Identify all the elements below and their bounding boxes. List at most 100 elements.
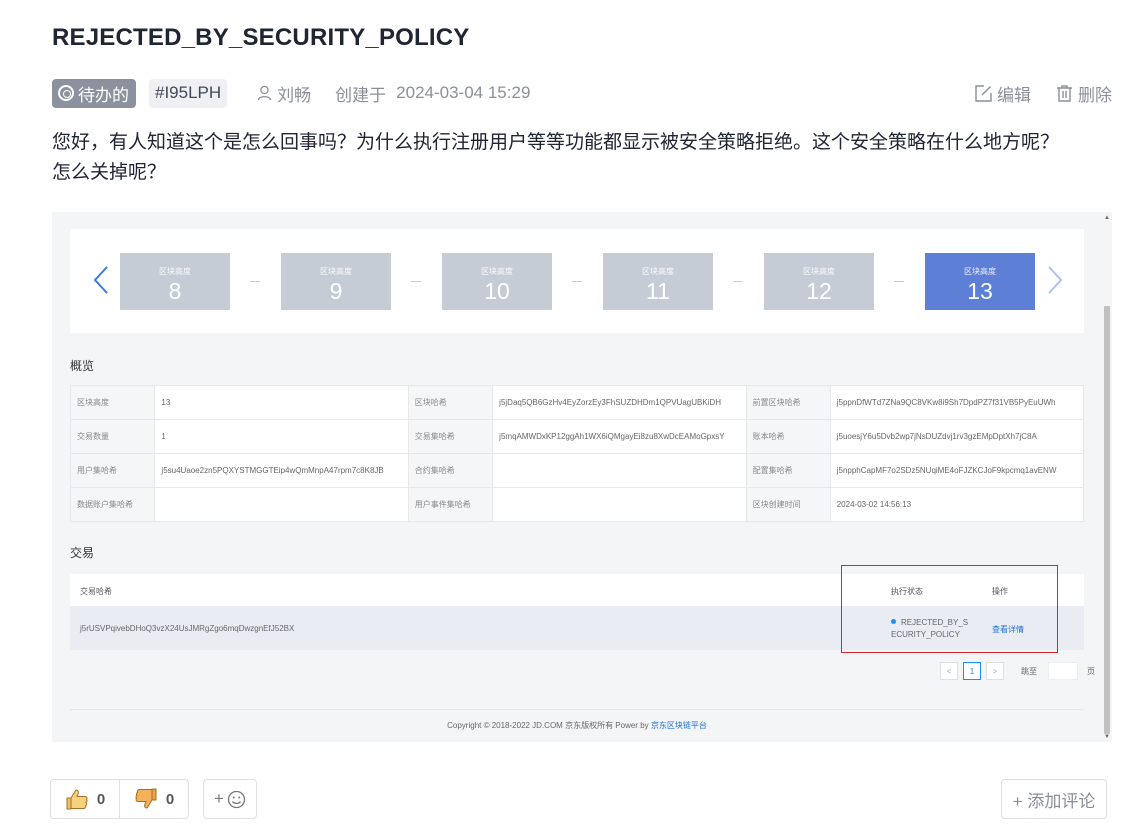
separator bbox=[733, 281, 743, 282]
cell-value: j5npphCapMF7o2SDz5NUqiME4oFJZKCJoF9kpcmq… bbox=[829, 453, 1085, 488]
block-card-label: 区块高度 bbox=[481, 267, 513, 276]
issue-id-badge[interactable]: #I95LPH bbox=[149, 78, 228, 108]
copyright: Copyright © 2018-2022 JD.COM 京东版权所有 Powe… bbox=[52, 720, 1102, 731]
highlight-box bbox=[841, 565, 1058, 653]
cell-value bbox=[492, 487, 747, 522]
scroll-down-arrow-icon[interactable]: ▼ bbox=[1104, 734, 1110, 740]
block-card-label: 区块高度 bbox=[642, 267, 674, 276]
issue-title: REJECTED_BY_SECURITY_POLICY bbox=[52, 24, 470, 51]
edit-button[interactable]: 编辑 bbox=[974, 81, 1031, 106]
cell-key: 数据账户集哈希 bbox=[69, 487, 156, 522]
block-card-label: 区块高度 bbox=[803, 267, 835, 276]
table-row: 数据账户集哈希 用户事件集哈希 区块创建时间 2024-03-02 14:56:… bbox=[69, 487, 1085, 522]
block-card-label: 区块高度 bbox=[159, 267, 191, 276]
cell-value: j5mqAMWDxKP12ggAh1WX6iQMgayEi8zu8XwDcEAM… bbox=[492, 419, 747, 454]
created-label: 创建于 bbox=[335, 85, 387, 105]
issue-actions: 编辑 删除 bbox=[974, 81, 1112, 106]
smiley-icon bbox=[227, 790, 246, 808]
block-card-height: 8 bbox=[168, 278, 182, 304]
trash-icon bbox=[1057, 84, 1072, 102]
delete-label: 删除 bbox=[1078, 85, 1112, 105]
platform-link[interactable]: 京东区块链平台 bbox=[651, 721, 707, 730]
copyright-text: Copyright © 2018-2022 JD.COM 京东版权所有 Powe… bbox=[447, 721, 651, 730]
edit-label: 编辑 bbox=[997, 85, 1031, 105]
pagination: < 1 > 跳至 页 bbox=[940, 662, 1095, 680]
block-card[interactable]: 区块高度 8 bbox=[120, 253, 230, 310]
cell-value: j5ppnDfWTd7ZNa9QC8VKw8i9Sh7DpdPZ7f31VB5P… bbox=[829, 385, 1085, 420]
cell-key: 账本哈希 bbox=[745, 419, 831, 454]
cell-key: 前置区块哈希 bbox=[745, 385, 831, 420]
cell-key: 用户事件集哈希 bbox=[407, 487, 494, 522]
author-name: 刘畅 bbox=[277, 85, 312, 105]
separator bbox=[250, 281, 260, 282]
scrollbar[interactable]: ▲ ▼ bbox=[1103, 212, 1111, 742]
block-card[interactable]: 区块高度 9 bbox=[281, 253, 391, 310]
page-unit-label: 页 bbox=[1087, 666, 1095, 676]
author[interactable]: 刘畅 bbox=[257, 81, 311, 106]
prev-page-button[interactable]: < bbox=[940, 662, 958, 680]
cell-value: j5uoesjY6u5Dvb2wp7jNsDUZdvj1rv3gzEMpDptX… bbox=[829, 419, 1085, 454]
scroll-up-arrow-icon[interactable]: ▲ bbox=[1104, 215, 1110, 221]
status-label: 待办的 bbox=[78, 85, 129, 105]
divider bbox=[70, 709, 1084, 710]
cell-value: 2024-03-02 14:56:13 bbox=[829, 487, 1085, 522]
issue-body: 您好，有人知道这个是怎么回事吗？为什么执行注册用户等等功能都显示被安全策略拒绝。… bbox=[52, 128, 1112, 188]
delete-button[interactable]: 删除 bbox=[1055, 81, 1112, 106]
block-carousel: 区块高度 8 区块高度 9 区块高度 10 区块高度 11 区块高度 12 区块高度 13 bbox=[70, 229, 1084, 333]
status-badge[interactable]: 待办的 bbox=[52, 78, 136, 108]
goto-page-input[interactable] bbox=[1048, 662, 1078, 680]
goto-label: 跳至 bbox=[1021, 666, 1037, 676]
cell-key: 配置集哈希 bbox=[745, 453, 831, 488]
table-row: 用户集哈希 j5su4Uaoe2zn5PQXYSTMGGTEip4wQmMnpA… bbox=[69, 453, 1085, 488]
separator bbox=[894, 281, 904, 282]
block-card-height: 12 bbox=[806, 278, 832, 304]
cell-key: 交易集哈希 bbox=[407, 419, 494, 454]
add-comment-button[interactable]: + 添加评论 bbox=[1001, 779, 1107, 819]
transactions-title: 交易 bbox=[70, 546, 95, 560]
table-row: 区块高度 13 区块哈希 j5jDaq5QB6GzHv4EyZorzEy3FhS… bbox=[69, 385, 1085, 420]
block-card-active[interactable]: 区块高度 13 bbox=[925, 253, 1035, 310]
thumbs-up-icon bbox=[66, 789, 88, 810]
cell-value bbox=[492, 453, 747, 488]
cell-key: 合约集哈希 bbox=[407, 453, 494, 488]
page-number-button[interactable]: 1 bbox=[963, 662, 981, 680]
scrollbar-thumb[interactable] bbox=[1104, 306, 1110, 734]
cell-value: 1 bbox=[154, 419, 409, 454]
block-card-height: 9 bbox=[329, 278, 343, 304]
block-card-height: 10 bbox=[484, 278, 510, 304]
plus-label: + bbox=[214, 789, 224, 808]
block-card-height: 11 bbox=[646, 278, 670, 304]
block-card[interactable]: 区块高度 12 bbox=[764, 253, 874, 310]
transaction-hash: j5rUSVPqivebDHoQ3vzX24UsJMRgZgo6mqDwzgnE… bbox=[80, 624, 295, 633]
attached-screenshot: 区块高度 8 区块高度 9 区块高度 10 区块高度 11 区块高度 12 区块高度 13 … bbox=[52, 212, 1112, 742]
add-emoji-button[interactable]: + bbox=[203, 779, 257, 819]
created-time: 2024-03-04 15:29 bbox=[396, 83, 531, 102]
cell-value: j5jDaq5QB6GzHv4EyZorzEy3FhSUZDHDm1QPVUag… bbox=[492, 385, 747, 420]
overview-table: 区块高度 13 区块哈希 j5jDaq5QB6GzHv4EyZorzEy3FhS… bbox=[69, 385, 1085, 522]
edit-icon bbox=[975, 84, 992, 102]
dislike-button[interactable]: 0 bbox=[120, 780, 188, 818]
cell-key: 用户集哈希 bbox=[69, 453, 156, 488]
dislike-count: 0 bbox=[165, 790, 175, 808]
separator bbox=[572, 281, 582, 282]
chevron-right-icon[interactable] bbox=[1046, 265, 1064, 295]
column-header-hash: 交易哈希 bbox=[80, 587, 112, 596]
separator bbox=[411, 281, 421, 282]
cell-key: 交易数量 bbox=[69, 419, 156, 454]
reaction-group: 0 0 bbox=[50, 779, 189, 819]
cell-value bbox=[154, 487, 409, 522]
like-button[interactable]: 0 bbox=[51, 780, 120, 818]
cell-value: 13 bbox=[154, 385, 409, 420]
issue-body-line-2: 怎么关掉呢？ bbox=[52, 162, 167, 183]
block-card-label: 区块高度 bbox=[320, 267, 352, 276]
cell-key: 区块哈希 bbox=[407, 385, 494, 420]
cell-key: 区块创建时间 bbox=[745, 487, 831, 522]
block-card[interactable]: 区块高度 10 bbox=[442, 253, 552, 310]
issue-body-line-1: 您好，有人知道这个是怎么回事吗？为什么执行注册用户等等功能都显示被安全策略拒绝。… bbox=[52, 132, 1060, 153]
chevron-left-icon[interactable] bbox=[92, 265, 110, 295]
block-card[interactable]: 区块高度 11 bbox=[603, 253, 713, 310]
next-page-button[interactable]: > bbox=[986, 662, 1004, 680]
like-count: 0 bbox=[96, 790, 106, 808]
issue-meta: 待办的 #I95LPH 刘畅 创建于 2024-03-04 15:29 编辑 删… bbox=[52, 78, 1112, 108]
block-card-label: 区块高度 bbox=[964, 267, 996, 276]
